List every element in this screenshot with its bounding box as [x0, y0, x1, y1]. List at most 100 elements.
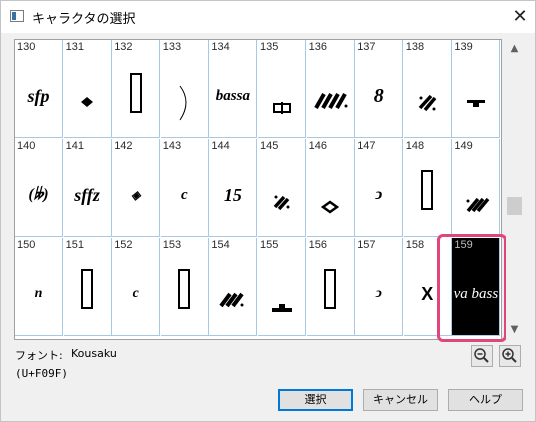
unicode-code: (U+F09F) — [15, 367, 68, 380]
char-code-label: 154 — [211, 239, 230, 251]
font-name: Kousaku — [71, 347, 117, 360]
char-glyph: sfp — [15, 54, 62, 137]
glyph-text: (𝄫) — [28, 186, 49, 203]
char-glyph — [161, 54, 208, 137]
char-code-label: 152 — [114, 239, 133, 251]
char-cell[interactable]: 154 — [209, 238, 258, 336]
char-cell[interactable]: 139 — [452, 40, 501, 138]
char-cell[interactable]: 143 c — [160, 139, 209, 237]
char-cell[interactable]: 142 ◈ — [112, 139, 161, 237]
zoom-out-button[interactable] — [471, 345, 493, 367]
help-button[interactable]: ヘルプ — [448, 389, 523, 411]
char-cell[interactable]: 155 — [258, 238, 306, 336]
char-cell[interactable]: 131 — [63, 40, 112, 138]
char-code-label: 136 — [308, 41, 327, 53]
char-cell[interactable]: 158 X — [403, 238, 452, 336]
char-cell[interactable]: 132 — [112, 40, 161, 138]
title-bar: キャラクタの選択 ✕ — [1, 1, 535, 33]
char-cell[interactable]: 159 va bass — [452, 238, 501, 336]
character-grid: 130 sfp 131 132 133 134 bassa 135 136 137 8 138 139 1… — [14, 39, 502, 340]
glyph-text: c — [132, 286, 139, 301]
char-cell[interactable]: 137 8 — [355, 40, 404, 138]
vertical-scrollbar[interactable]: ▲ ▼ — [506, 39, 523, 340]
char-glyph: bassa — [209, 54, 256, 137]
char-cell[interactable]: 141 sffz — [63, 139, 112, 237]
char-glyph — [404, 54, 451, 137]
char-cell[interactable]: 130 sfp — [15, 40, 63, 138]
char-cell[interactable]: 151 — [63, 238, 112, 336]
char-glyph — [307, 153, 354, 236]
char-glyph — [64, 54, 111, 137]
char-code-label: 153 — [162, 239, 182, 251]
char-cell[interactable]: 144 15 — [209, 139, 258, 237]
char-glyph — [307, 54, 354, 137]
char-code-label: 149 — [454, 140, 473, 152]
character-picker-dialog: キャラクタの選択 ✕ 130 sfp 131 132 133 134 bassa 135 136… — [0, 0, 536, 422]
window-icon — [10, 10, 24, 22]
char-code-label: 146 — [308, 140, 327, 152]
char-cell[interactable]: 138 — [403, 40, 452, 138]
char-code-label: 150 — [17, 239, 36, 251]
char-cell[interactable]: 140 (𝄫) — [15, 139, 63, 237]
char-cell[interactable]: 135 — [258, 40, 306, 138]
char-cell[interactable]: 157 ↄ — [355, 238, 404, 336]
scroll-down-icon[interactable]: ▼ — [506, 322, 523, 338]
char-cell[interactable]: 156 — [306, 238, 355, 336]
char-code-label: 151 — [65, 239, 84, 251]
char-glyph: ↄ — [355, 252, 402, 335]
char-cell[interactable]: 133 — [160, 40, 209, 138]
glyph-shape — [466, 197, 490, 213]
glyph-text: ↄ — [375, 186, 383, 203]
char-cell[interactable]: 146 — [306, 139, 355, 237]
glyph-shape — [271, 304, 292, 312]
char-cell[interactable]: 147 ↄ — [355, 139, 404, 237]
glyph-shape — [314, 93, 348, 109]
glyph-text: n — [34, 286, 43, 301]
char-code-label: 142 — [114, 140, 133, 152]
char-glyph: 8 — [355, 54, 402, 137]
glyph-text: sffz — [74, 184, 100, 205]
char-glyph — [64, 252, 111, 335]
char-cell[interactable]: 136 — [306, 40, 355, 138]
glyph-shape — [219, 292, 244, 308]
glyph-text: bassa — [215, 87, 250, 104]
char-code-label: 141 — [65, 140, 84, 152]
char-code-label: 147 — [357, 140, 376, 152]
zoom-in-icon — [502, 348, 517, 363]
char-cell[interactable]: 150 n — [15, 238, 63, 336]
glyph-text: c — [180, 186, 188, 203]
char-glyph — [209, 252, 256, 335]
select-button[interactable]: 選択 — [278, 389, 353, 411]
char-glyph: va bass — [452, 252, 499, 335]
scroll-up-icon[interactable]: ▲ — [506, 41, 523, 57]
char-code-label: 145 — [260, 140, 279, 152]
glyph-shape — [178, 269, 191, 309]
glyph-shape — [324, 269, 337, 309]
char-code-label: 135 — [260, 41, 279, 53]
char-cell[interactable]: 148 — [403, 139, 452, 237]
scroll-thumb[interactable] — [507, 197, 522, 215]
char-cell[interactable]: 134 bassa — [209, 40, 258, 138]
glyph-shape — [273, 195, 289, 211]
glyph-shape — [272, 102, 291, 114]
char-glyph — [258, 54, 305, 137]
char-cell[interactable]: 149 — [452, 139, 501, 237]
char-code-label: 130 — [17, 41, 36, 53]
char-cell[interactable]: 145 — [258, 139, 306, 237]
char-glyph — [404, 153, 451, 236]
char-glyph: 15 — [209, 153, 256, 236]
char-glyph: sffz — [64, 153, 111, 236]
char-glyph — [307, 252, 354, 335]
close-button[interactable]: ✕ — [505, 4, 535, 30]
zoom-in-button[interactable] — [499, 345, 521, 367]
char-code-label: 159 — [454, 239, 473, 251]
char-cell[interactable]: 152 c — [112, 238, 161, 336]
glyph-text: ◈ — [131, 187, 141, 202]
glyph-text: va bass — [453, 285, 499, 302]
cancel-button[interactable]: キャンセル — [363, 389, 438, 411]
glyph-shape — [81, 97, 94, 107]
glyph-text: 8 — [373, 84, 384, 107]
char-cell[interactable]: 153 — [160, 238, 209, 336]
char-code-label: 144 — [211, 140, 230, 152]
char-glyph: c — [112, 252, 159, 335]
